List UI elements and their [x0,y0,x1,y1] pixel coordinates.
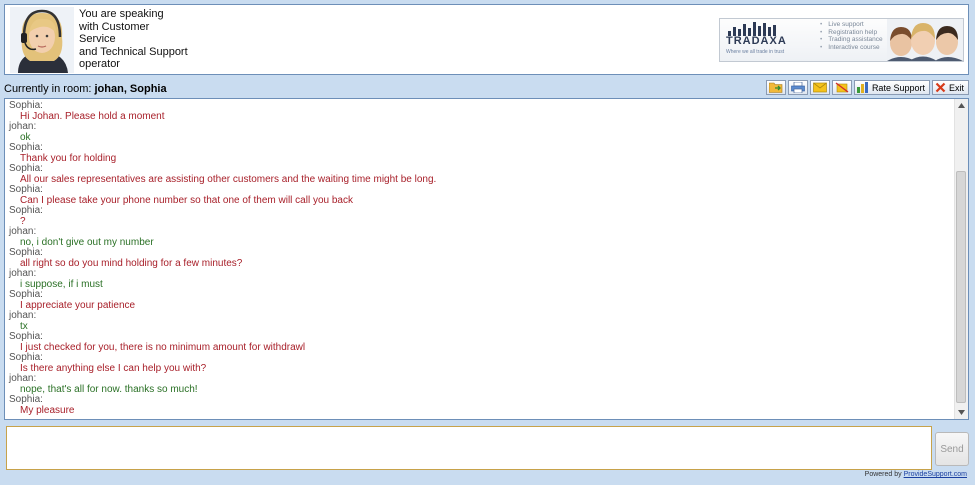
message-text: Is there anything else I can help you wi… [20,362,207,374]
message-sender: Sophia: [9,205,43,216]
message-sender: johan: [9,121,37,132]
message-text: My pleasure [20,404,75,416]
scrollbar-thumb[interactable] [956,171,966,403]
company-banner: TRADAXA Where we all trade in trust Live… [719,18,964,62]
chat-message: johan: nope, that's all for now. thanks s… [9,373,954,395]
message-text: Thank you for holding [20,152,117,164]
message-sender: Sophia: [9,163,43,174]
service-item: Trading assistance [820,36,882,44]
chat-transcript[interactable]: Sophia: Hi Johan. Please hold a moment joh… [4,98,969,420]
rating-bars-icon [856,82,868,93]
message-sender: Sophia: [9,352,43,363]
service-item: Live support [820,21,883,29]
chat-toolbar: Rate Support Exit [765,80,969,95]
chat-message: Sophia:? [9,205,954,227]
message-text: no, i don't give out my number [20,236,154,248]
transcript-scrollbar[interactable] [954,99,968,419]
send-file-button[interactable] [765,80,786,95]
message-sender: johan: [9,373,37,384]
room-label: Currently in room: [4,83,92,95]
exit-button[interactable]: Exit [931,80,969,95]
message-text: Can I please take your phone number so t… [20,194,353,206]
brand-name: TRADAXA [726,35,787,47]
message-sender: johan: [9,226,37,237]
message-text: all right so do you mind holding for a f… [20,257,243,269]
chat-message: Sophia: I appreciate your patience [9,289,954,311]
chat-message: johan: no, i don't give out my number [9,226,954,248]
message-sender: johan: [9,268,37,279]
chat-message: Sophia: Is there anything else I can help… [9,352,954,374]
message-sender: Sophia: [9,184,43,195]
chat-message: Sophia: I just checked for you, there is … [9,331,954,353]
powered-by-text: Powered by [864,471,902,478]
message-sender: Sophia: [9,142,43,153]
intro-line: You are speaking [79,8,164,20]
email-transcript-button[interactable] [809,80,830,95]
support-team-photo [887,19,963,61]
mute-icon [835,82,849,93]
sound-toggle-button[interactable] [831,80,852,95]
message-text: tx [20,320,28,332]
exit-label: Exit [948,82,964,93]
message-text: I just checked for you, there is no mini… [20,341,306,353]
chat-message: Sophia: My pleasure [9,394,954,416]
message-text: All our sales representatives are assist… [20,173,437,185]
intro-line: and Technical Support [79,45,188,58]
room-participants: johan, Sophia [94,83,167,95]
operator-intro-text: You are speaking with Customer Service a… [79,8,189,71]
printer-icon [791,82,805,93]
message-sender: Sophia: [9,394,43,405]
chat-message: Sophia: all right so do you mind holding … [9,247,954,269]
room-status: Currently in room: johan, Sophia [4,81,167,97]
rate-support-button[interactable]: Rate Support [853,80,930,95]
print-transcript-button[interactable] [787,80,808,95]
message-text: Hi Johan. Please hold a moment [20,110,165,122]
service-item: Registration help [820,29,883,37]
message-text: i suppose, if i must [20,278,103,290]
folder-arrow-icon [768,82,783,93]
message-sender: Sophia: [9,100,43,111]
rate-support-label: Rate Support [871,82,925,93]
message-sender: johan: [9,310,37,321]
message-sender: Sophia: [9,247,43,258]
powered-by: Powered by ProvideSupport.com [865,471,967,478]
chat-header: You are speaking with Customer Service a… [4,4,969,75]
chat-message: johan: tx [9,310,954,332]
message-sender: Sophia: [9,289,43,300]
scroll-up-arrow-icon[interactable] [955,99,968,112]
scroll-down-arrow-icon[interactable] [955,406,968,419]
intro-line: operator [79,58,120,70]
message-text: I appreciate your patience [20,299,136,311]
chat-message: johan: i suppose, if i must [9,268,954,290]
message-text: nope, that's all for now. thanks so much… [20,383,198,395]
chat-message: Sophia: Can I please take your phone numb… [9,184,954,206]
send-button[interactable]: Send [935,432,969,466]
chat-message: johan: ok [9,121,954,143]
brand-tagline: Where we all trade in trust [726,49,785,55]
provider-link[interactable]: ProvideSupport.com [904,471,967,478]
chat-message: Sophia: All our sales representatives are… [9,163,954,185]
message-list: Sophia: Hi Johan. Please hold a moment joh… [9,100,954,416]
message-text: ? [20,215,26,227]
message-sender: Sophia: [9,331,43,342]
service-list: Live support Registration help Trading a… [820,21,883,52]
chat-message: Sophia: Hi Johan. Please hold a moment [9,100,954,122]
message-text: ok [20,131,31,143]
envelope-icon [813,82,827,93]
close-icon [935,82,946,93]
service-item: Interactive course [820,44,883,52]
intro-line: with Customer Service [79,20,150,46]
chat-message: Sophia: Thank you for holding [9,142,954,164]
message-input[interactable] [6,426,932,470]
operator-avatar [10,7,74,73]
